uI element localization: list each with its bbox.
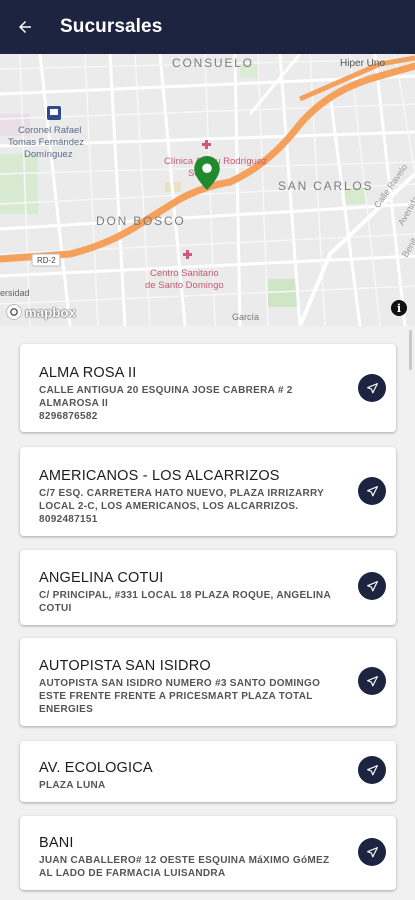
map-label-san-carlos: SAN CARLOS bbox=[278, 179, 374, 193]
navigation-arrow-icon bbox=[366, 764, 378, 775]
page-title: Sucursales bbox=[60, 16, 163, 37]
branch-card[interactable]: AUTOPISTA SAN ISIDRO AUTOPISTA SAN ISIDR… bbox=[20, 638, 396, 726]
map-label-rd2: RD-2 bbox=[37, 256, 56, 265]
branch-phone: 8296876582 bbox=[39, 411, 98, 422]
branch-address: CALLE ANTIGUA 20 ESQUINA JOSE CABRERA # … bbox=[39, 385, 293, 409]
branch-card[interactable]: ALMA ROSA II CALLE ANTIGUA 20 ESQUINA JO… bbox=[20, 344, 396, 432]
branch-name: ALMA ROSA II bbox=[39, 365, 137, 381]
branch-info: AMERICANOS - LOS ALCARRIZOS C/7 ESQ. CAR… bbox=[39, 468, 339, 526]
navigate-button[interactable] bbox=[358, 374, 386, 402]
branch-list[interactable]: ALMA ROSA II CALLE ANTIGUA 20 ESQUINA JO… bbox=[0, 326, 415, 900]
branch-name: AMERICANOS - LOS ALCARRIZOS bbox=[39, 468, 280, 484]
map-label-centro-line2: de Santo Domingo bbox=[145, 280, 224, 291]
navigation-arrow-icon bbox=[366, 382, 378, 393]
map-label-centro-line1: Centro Sanitario bbox=[150, 268, 219, 279]
branch-card[interactable]: BANI JUAN CABALLERO# 12 OESTE ESQUINA Má… bbox=[20, 816, 396, 890]
navigation-arrow-icon bbox=[366, 846, 378, 857]
branch-address: JUAN CABALLERO# 12 OESTE ESQUINA MáXIMO … bbox=[39, 855, 330, 879]
app-screen: Sucursales CONSUELO Hiper Uno Coronel Ra… bbox=[0, 0, 415, 900]
branch-card[interactable]: ANGELINA COTUI C/ PRINCIPAL, #331 LOCAL … bbox=[20, 550, 396, 625]
branch-info: AUTOPISTA SAN ISIDRO AUTOPISTA SAN ISIDR… bbox=[39, 658, 339, 716]
map-label-metro-line2: Tomas Fernández bbox=[8, 137, 85, 148]
navigate-button[interactable] bbox=[358, 477, 386, 505]
branches-map[interactable]: CONSUELO Hiper Uno Coronel Rafael Tomas … bbox=[0, 54, 415, 326]
branch-info: ALMA ROSA II CALLE ANTIGUA 20 ESQUINA JO… bbox=[39, 365, 339, 423]
mapbox-attribution[interactable]: mapbox bbox=[6, 304, 76, 320]
branch-card[interactable]: AMERICANOS - LOS ALCARRIZOS C/7 ESQ. CAR… bbox=[20, 447, 396, 536]
branch-info: BANI JUAN CABALLERO# 12 OESTE ESQUINA Má… bbox=[39, 835, 339, 880]
map-label-garcia: García bbox=[232, 312, 260, 322]
mapbox-logo-icon bbox=[6, 304, 22, 320]
arrow-left-icon bbox=[19, 21, 31, 33]
branch-card[interactable]: AV. ECOLOGICA PLAZA LUNA bbox=[20, 741, 396, 802]
navigate-button[interactable] bbox=[358, 667, 386, 695]
branch-address: C/ PRINCIPAL, #331 LOCAL 18 PLAZA ROQUE,… bbox=[39, 590, 331, 614]
map-label-hiper-uno: Hiper Uno bbox=[340, 58, 386, 69]
branch-name: AUTOPISTA SAN ISIDRO bbox=[39, 658, 211, 674]
navigation-arrow-icon bbox=[366, 580, 378, 591]
navigate-button[interactable] bbox=[358, 756, 386, 784]
navigation-arrow-icon bbox=[366, 485, 378, 496]
mapbox-wordmark: mapbox bbox=[25, 304, 77, 320]
list-scrollbar[interactable] bbox=[409, 330, 412, 370]
map-label-metro-line1: Coronel Rafael bbox=[18, 125, 82, 136]
map-label-don-bosco: DON BOSCO bbox=[96, 214, 186, 228]
back-button[interactable] bbox=[2, 0, 48, 54]
branch-name: AV. ECOLOGICA bbox=[39, 760, 153, 776]
map-pin-icon[interactable] bbox=[194, 156, 220, 190]
app-header: Sucursales bbox=[0, 0, 415, 54]
navigation-arrow-icon bbox=[366, 675, 378, 686]
info-icon[interactable]: i bbox=[391, 300, 407, 316]
map-label-universidad: ersidad bbox=[0, 288, 30, 298]
branch-address: PLAZA LUNA bbox=[39, 780, 106, 791]
branch-info: AV. ECOLOGICA PLAZA LUNA bbox=[39, 760, 339, 792]
branch-phone: 8092487151 bbox=[39, 514, 98, 525]
branch-info: ANGELINA COTUI C/ PRINCIPAL, #331 LOCAL … bbox=[39, 570, 339, 615]
branch-address: C/7 ESQ. CARRETERA HATO NUEVO, PLAZA IRR… bbox=[39, 488, 324, 512]
map-label-consuelo: CONSUELO bbox=[172, 56, 254, 70]
map-label-metro-line3: Domínguez bbox=[24, 149, 73, 160]
branch-name: BANI bbox=[39, 835, 74, 851]
branch-address: AUTOPISTA SAN ISIDRO NUMERO #3 SANTO DOM… bbox=[39, 678, 321, 715]
navigate-button[interactable] bbox=[358, 838, 386, 866]
branch-name: ANGELINA COTUI bbox=[39, 570, 164, 586]
navigate-button[interactable] bbox=[358, 572, 386, 600]
